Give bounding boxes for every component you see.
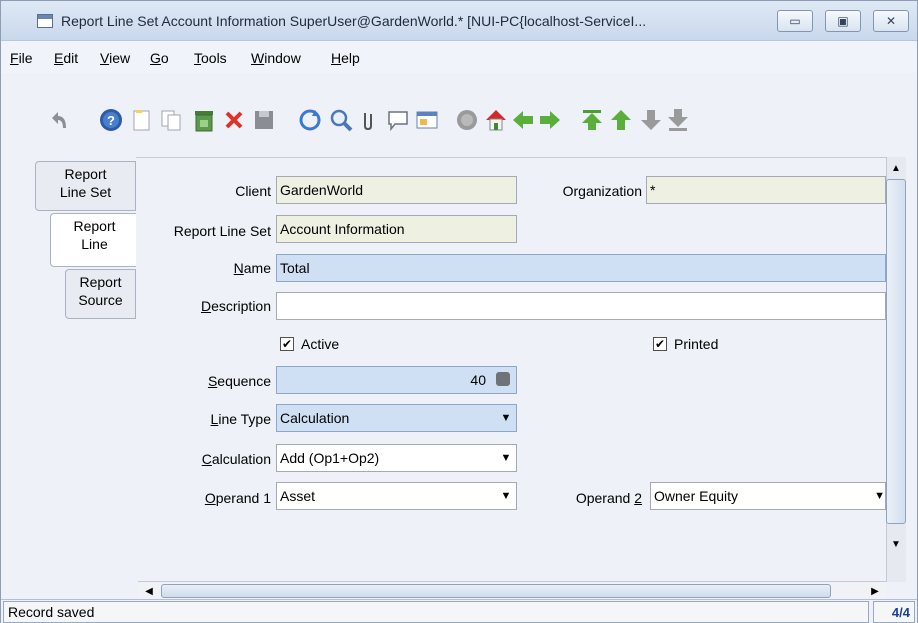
sequence-value: 40 <box>470 372 486 388</box>
chevron-down-icon[interactable]: ▼ <box>874 483 885 509</box>
status-bar: Record saved 4/4 <box>1 599 917 623</box>
menu-view[interactable]: View <box>100 50 130 66</box>
previous-record-icon[interactable] <box>608 107 634 133</box>
line-type-select[interactable]: Calculation ▼ <box>276 404 517 432</box>
vertical-scroll-thumb[interactable] <box>886 179 906 524</box>
attachment-icon[interactable] <box>355 107 381 133</box>
operand2-label: Operand 2 <box>575 490 642 506</box>
calculation-label: Calculation <box>201 451 271 467</box>
scroll-right-icon[interactable]: ▶ <box>866 582 884 600</box>
tab-report-line-set[interactable]: Report Line Set <box>35 161 136 211</box>
maximize-button[interactable]: ▣ <box>825 10 861 32</box>
active-label: Active <box>301 336 340 352</box>
organization-label: Organization <box>562 183 642 199</box>
organization-field[interactable]: * <box>646 176 886 204</box>
operand1-value: Asset <box>280 488 316 504</box>
next-icon[interactable] <box>537 107 563 133</box>
tab-report-line[interactable]: Report Line <box>50 213 138 267</box>
operand2-value: Owner Equity <box>654 488 739 504</box>
history-icon[interactable] <box>454 107 480 133</box>
app-window: Report Line Set Account Information Supe… <box>0 0 918 623</box>
tab-label-line2: Source <box>78 292 123 308</box>
help-icon[interactable]: ? <box>98 107 124 133</box>
close-button[interactable]: ✕ <box>873 10 909 32</box>
previous-icon[interactable] <box>510 107 536 133</box>
line-type-value: Calculation <box>280 410 350 426</box>
save-icon[interactable] <box>251 107 277 133</box>
name-label: Name <box>233 260 271 276</box>
toolbar: ? <box>1 73 917 161</box>
chevron-down-icon[interactable]: ▼ <box>496 483 516 509</box>
calculation-value: Add (Op1+Op2) <box>280 450 380 466</box>
window-title: Report Line Set Account Information Supe… <box>61 13 647 29</box>
report-line-set-label: Report Line Set <box>173 223 271 239</box>
menu-help[interactable]: Help <box>331 50 360 66</box>
sequence-label: Sequence <box>207 373 271 389</box>
client-field[interactable]: GardenWorld <box>276 176 517 204</box>
active-checkbox[interactable]: ✔ <box>280 337 294 351</box>
first-record-icon[interactable] <box>579 107 605 133</box>
title-bar: Report Line Set Account Information Supe… <box>1 1 917 41</box>
name-field[interactable]: Total <box>276 254 886 282</box>
calculation-select[interactable]: Add (Op1+Op2) ▼ <box>276 444 517 472</box>
delete-selection-icon[interactable] <box>221 107 247 133</box>
menu-tools[interactable]: Tools <box>194 50 227 66</box>
record-count[interactable]: 4/4 <box>873 601 915 623</box>
menu-edit[interactable]: Edit <box>54 50 78 66</box>
grid-toggle-icon[interactable] <box>414 107 440 133</box>
line-type-label: Line Type <box>210 411 271 427</box>
menu-go[interactable]: Go <box>150 50 169 66</box>
description-label: Description <box>200 298 271 314</box>
delete-record-icon[interactable] <box>191 107 217 133</box>
scroll-up-icon[interactable]: ▲ <box>887 159 905 177</box>
tab-label-line1: Report <box>73 218 116 234</box>
tab-label-line1: Report <box>64 166 107 182</box>
tab-label-line1: Report <box>79 274 122 290</box>
report-line-set-field[interactable]: Account Information <box>276 215 517 243</box>
home-icon[interactable] <box>483 107 509 133</box>
operand2-select[interactable]: Owner Equity ▼ <box>650 482 886 510</box>
status-message: Record saved <box>3 601 869 623</box>
chevron-down-icon[interactable]: ▼ <box>496 445 516 471</box>
operand1-label: Operand 1 <box>204 490 271 506</box>
refresh-icon[interactable] <box>297 107 323 133</box>
last-record-icon[interactable] <box>665 107 691 133</box>
chevron-down-icon[interactable]: ▼ <box>496 405 516 431</box>
sequence-field[interactable]: 40 <box>276 366 517 394</box>
chat-icon[interactable] <box>385 107 411 133</box>
next-record-icon[interactable] <box>638 107 664 133</box>
undo-icon[interactable] <box>45 107 71 133</box>
window-icon <box>37 14 53 28</box>
scroll-left-icon[interactable]: ◀ <box>140 582 158 600</box>
find-icon[interactable] <box>328 107 354 133</box>
printed-checkbox[interactable]: ✔ <box>653 337 667 351</box>
description-field[interactable] <box>276 292 886 320</box>
menu-window[interactable]: Window <box>251 50 301 66</box>
menu-bar: File Edit View Go Tools Window Help <box>1 41 917 73</box>
minimize-button[interactable]: ▭ <box>777 10 813 32</box>
tab-label-line2: Line <box>81 236 108 252</box>
scroll-down-icon[interactable]: ▼ <box>887 535 905 553</box>
tab-strip: Report Line Set Report Line Report Sourc… <box>1 161 141 581</box>
tab-label-line2: Line Set <box>59 184 112 200</box>
svg-text:?: ? <box>107 113 115 128</box>
menu-file[interactable]: File <box>10 50 33 66</box>
calculator-icon[interactable] <box>496 372 510 386</box>
horizontal-scroll-thumb[interactable] <box>161 584 831 598</box>
new-record-icon[interactable] <box>129 107 155 133</box>
client-label: Client <box>235 183 271 199</box>
tab-report-source[interactable]: Report Source <box>65 269 136 319</box>
operand1-select[interactable]: Asset ▼ <box>276 482 517 510</box>
copy-record-icon[interactable] <box>158 107 184 133</box>
printed-label: Printed <box>674 336 719 352</box>
